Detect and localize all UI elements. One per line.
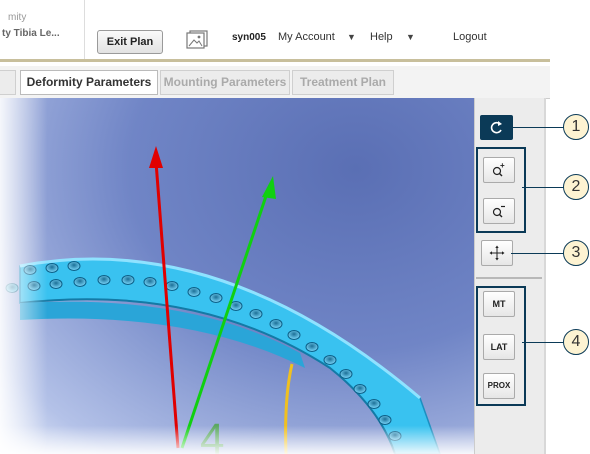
app-header: mity ty Tibia Le... Exit Plan syn005 My … [0, 0, 590, 66]
account-caret-icon[interactable]: ▼ [347, 32, 356, 42]
help-caret-icon[interactable]: ▼ [406, 32, 415, 42]
help-menu[interactable]: Help [370, 31, 393, 43]
callout-2-badge: 2 [563, 174, 589, 200]
zoom-out-button[interactable] [483, 198, 515, 224]
exit-plan-button[interactable]: Exit Plan [97, 30, 163, 54]
reset-view-button[interactable] [480, 115, 513, 140]
pan-move-icon [489, 245, 505, 261]
tab-mounting-parameters[interactable]: Mounting Parameters [160, 70, 290, 95]
toolbar-separator [476, 277, 542, 279]
callout-1-leader [513, 127, 564, 128]
callout-3-leader [511, 253, 564, 254]
zoom-in-button[interactable]: + [483, 157, 515, 183]
logout-link[interactable]: Logout [453, 31, 487, 43]
toolbar-edge [544, 98, 546, 454]
callout-2-leader [522, 187, 564, 188]
callout-4-leader [522, 342, 564, 343]
callout-1-badge: 1 [563, 114, 589, 140]
view-prox-button[interactable]: PROX [483, 373, 515, 399]
zoom-in-icon: + [492, 161, 505, 177]
zoom-out-icon [492, 205, 505, 218]
rotate-reset-icon [490, 121, 502, 134]
username-label: syn005 [232, 32, 266, 43]
pan-button[interactable] [481, 240, 513, 266]
3d-viewport[interactable]: 4 [0, 98, 474, 454]
plan-title-line2: ty Tibia Le... [2, 28, 60, 39]
viewport-fade [0, 98, 474, 454]
view-mt-button[interactable]: MT [483, 291, 515, 317]
callout-3-badge: 3 [563, 240, 589, 266]
view-lat-button[interactable]: LAT [483, 334, 515, 360]
callout-4-badge: 4 [563, 329, 589, 355]
svg-text:+: + [500, 161, 505, 170]
header-rule [0, 59, 550, 62]
tab-bar: Deformity Parameters Mounting Parameters… [0, 66, 550, 99]
image-gallery-icon[interactable] [186, 29, 210, 49]
plan-title: mity ty Tibia Le... [0, 10, 80, 42]
my-account-menu[interactable]: My Account [278, 31, 335, 43]
tab-treatment-plan[interactable]: Treatment Plan [292, 70, 394, 95]
header-divider [84, 0, 85, 59]
plan-title-line1: mity [8, 12, 27, 23]
tab-previous[interactable] [0, 70, 16, 95]
tab-deformity-parameters[interactable]: Deformity Parameters [20, 70, 158, 95]
